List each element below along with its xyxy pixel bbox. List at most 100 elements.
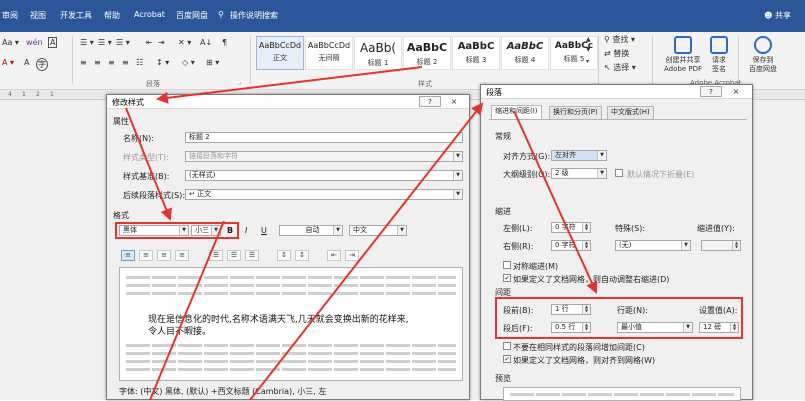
char-border-icon[interactable]: A	[48, 37, 58, 48]
highlight-box	[115, 222, 239, 239]
bullets-icon[interactable]: ☰ ▾	[80, 38, 94, 47]
justify-button[interactable]: ≡	[175, 250, 189, 261]
borders-icon[interactable]: ⊞ ▾	[206, 58, 219, 67]
help-button[interactable]: ?	[700, 86, 722, 97]
alignment-select[interactable]: 左对齐 ▼	[551, 150, 607, 161]
request-sign-button[interactable]: 请求 签名	[706, 36, 732, 74]
save-baidu-button[interactable]: 保存到 百度网盘	[742, 36, 784, 74]
italic-button[interactable]: I	[245, 226, 247, 235]
chevron-down-icon: ▼	[681, 241, 690, 250]
decrease-indent-icon[interactable]: ⇤	[146, 38, 153, 47]
align-right-button[interactable]: ≡	[157, 250, 171, 261]
chinese-layout-icon[interactable]: ✕ ▾	[178, 38, 191, 47]
style-type-field[interactable]: 链接段落和字符 ▼	[185, 151, 463, 162]
sort-icon[interactable]: A↓	[200, 38, 212, 47]
space-after-button[interactable]: ↕	[295, 250, 309, 261]
preview-line	[126, 344, 456, 347]
spin-arrows-icon[interactable]: ▲ ▼	[582, 241, 590, 250]
underline-button[interactable]: U	[261, 226, 267, 235]
tab-line-page-breaks[interactable]: 换行和分页(P)	[549, 106, 602, 119]
styles-scroll-up-icon[interactable]: ▲	[586, 36, 591, 43]
single-spacing-button[interactable]: ☰	[227, 250, 241, 261]
ruler-tick: 2	[36, 91, 40, 98]
justify-icon[interactable]: ≡	[122, 58, 129, 67]
style-heading-3[interactable]: AaBbC 标题 3	[452, 36, 500, 70]
style-normal[interactable]: AaBbCcDd 正文	[256, 36, 304, 70]
paragraph-dialog: 段落 ? × 缩进和间距(I) 换行和分页(P) 中文版式(H) 常规 对齐方式…	[480, 84, 753, 401]
align-right-icon[interactable]: ≡	[108, 58, 115, 67]
tab-asian-typography[interactable]: 中文版式(H)	[607, 106, 654, 119]
spin-arrows-icon[interactable]: ▲ ▼	[582, 223, 590, 232]
align-left-icon[interactable]: ≡	[80, 58, 87, 67]
close-button[interactable]: ×	[443, 96, 465, 107]
align-center-button[interactable]: ≡	[139, 250, 153, 261]
style-description: 字体: (中文) 黑体, (默认) +西文标题 (Cambria), 小三, 左	[119, 387, 327, 396]
tab-acrobat[interactable]: Acrobat	[134, 10, 165, 19]
multilevel-list-icon[interactable]: ☰ ▾	[116, 38, 130, 47]
show-marks-icon[interactable]: ¶	[222, 38, 227, 47]
collapse-checkbox[interactable]	[615, 169, 623, 177]
mirror-indents-checkbox[interactable]	[503, 261, 511, 269]
style-heading-1[interactable]: AaBb(标题 1	[354, 36, 402, 70]
styles-more-icon[interactable]: ▾	[586, 58, 589, 65]
font-color-select[interactable]: 自动 ▼	[279, 225, 343, 236]
distributed-button[interactable]: ☰	[209, 250, 223, 261]
chevron-down-icon: ▼	[333, 226, 342, 235]
section-indentation: 缩进	[495, 207, 511, 216]
next-style-select[interactable]: ↵ 正文 ▼	[185, 189, 463, 200]
style-heading-2[interactable]: AaBbC 标题 2	[403, 36, 451, 70]
enclose-char-icon[interactable]: 字	[36, 58, 48, 71]
style-no-spacing[interactable]: AaBbCcDd 无间隔	[305, 36, 353, 70]
left-indent-spinner[interactable]: 0 字符 ▲ ▼	[551, 222, 591, 233]
no-space-same-style-checkbox[interactable]	[503, 342, 511, 350]
based-on-label: 样式基准(B):	[123, 172, 170, 181]
distributed-icon[interactable]: ☷	[136, 58, 143, 67]
align-center-icon[interactable]: ≡	[94, 58, 101, 67]
increase-indent-icon[interactable]: ⇥	[158, 38, 165, 47]
styles-scroll-down-icon[interactable]: ▼	[586, 46, 591, 53]
font-color-icon[interactable]: A ▾	[2, 58, 14, 67]
shading-icon[interactable]: ◇ ▾	[182, 58, 195, 67]
share-button[interactable]: ☻ 共享	[764, 10, 791, 21]
numbering-icon[interactable]: ☰ ▾	[98, 38, 112, 47]
auto-adjust-checkbox[interactable]: ✔	[503, 274, 511, 282]
line-spacing-icon[interactable]: ↕ ▾	[156, 58, 169, 67]
select-button[interactable]: ↖ 选择 ▾	[604, 62, 636, 73]
tab-help[interactable]: 帮助	[104, 10, 120, 21]
space-before-button[interactable]: ↕	[277, 250, 291, 261]
align-left-button[interactable]: ≡	[121, 250, 135, 261]
tab-review[interactable]: 审阅	[2, 10, 18, 21]
replace-button[interactable]: ⇄ 替换	[604, 48, 629, 59]
highlight-box	[495, 297, 743, 339]
language-select[interactable]: 中文 ▼	[349, 225, 407, 236]
snap-to-grid-checkbox[interactable]: ✔	[503, 355, 511, 363]
ruler-tick: 4	[8, 91, 12, 98]
char-shading-icon[interactable]: A	[24, 58, 29, 67]
replace-icon: ⇄	[604, 49, 611, 58]
search-box[interactable]: 操作说明搜索	[230, 10, 278, 21]
increase-indent-button[interactable]: ⇥	[345, 250, 359, 261]
double-spacing-button[interactable]: ☰	[245, 250, 259, 261]
phonetic-icon[interactable]: wén	[26, 38, 43, 47]
decrease-indent-button[interactable]: ⇤	[327, 250, 341, 261]
tab-baidu[interactable]: 百度网盘	[176, 10, 208, 21]
special-select[interactable]: (无) ▼	[615, 240, 691, 251]
chevron-down-icon: ▼	[397, 226, 406, 235]
find-button[interactable]: ⚲ 查找 ▾	[604, 34, 635, 45]
name-field[interactable]: 标题 2	[185, 132, 463, 143]
ruler-tick: 1	[50, 91, 54, 98]
font-case-button[interactable]: Aa ▾	[2, 38, 19, 47]
close-button[interactable]: ×	[725, 86, 747, 97]
right-indent-spinner[interactable]: 0 字符 ▲ ▼	[551, 240, 591, 251]
tab-developer[interactable]: 开发工具	[60, 10, 92, 21]
indent-by-spinner[interactable]: ▲ ▼	[701, 240, 741, 251]
paragraph-launcher-icon[interactable]: ⌟	[238, 79, 241, 86]
style-heading-4[interactable]: AaBbC 标题 4	[501, 36, 549, 70]
spin-arrows-icon[interactable]: ▲ ▼	[732, 241, 740, 250]
based-on-select[interactable]: (无样式) ▼	[185, 170, 463, 181]
help-button[interactable]: ?	[419, 96, 441, 107]
tab-view[interactable]: 视图	[30, 10, 46, 21]
create-pdf-button[interactable]: 创建并共享 Adobe PDF	[660, 36, 706, 74]
outline-level-select[interactable]: 2 级 ▼	[551, 168, 607, 179]
tab-indents-spacing[interactable]: 缩进和间距(I)	[491, 105, 542, 119]
